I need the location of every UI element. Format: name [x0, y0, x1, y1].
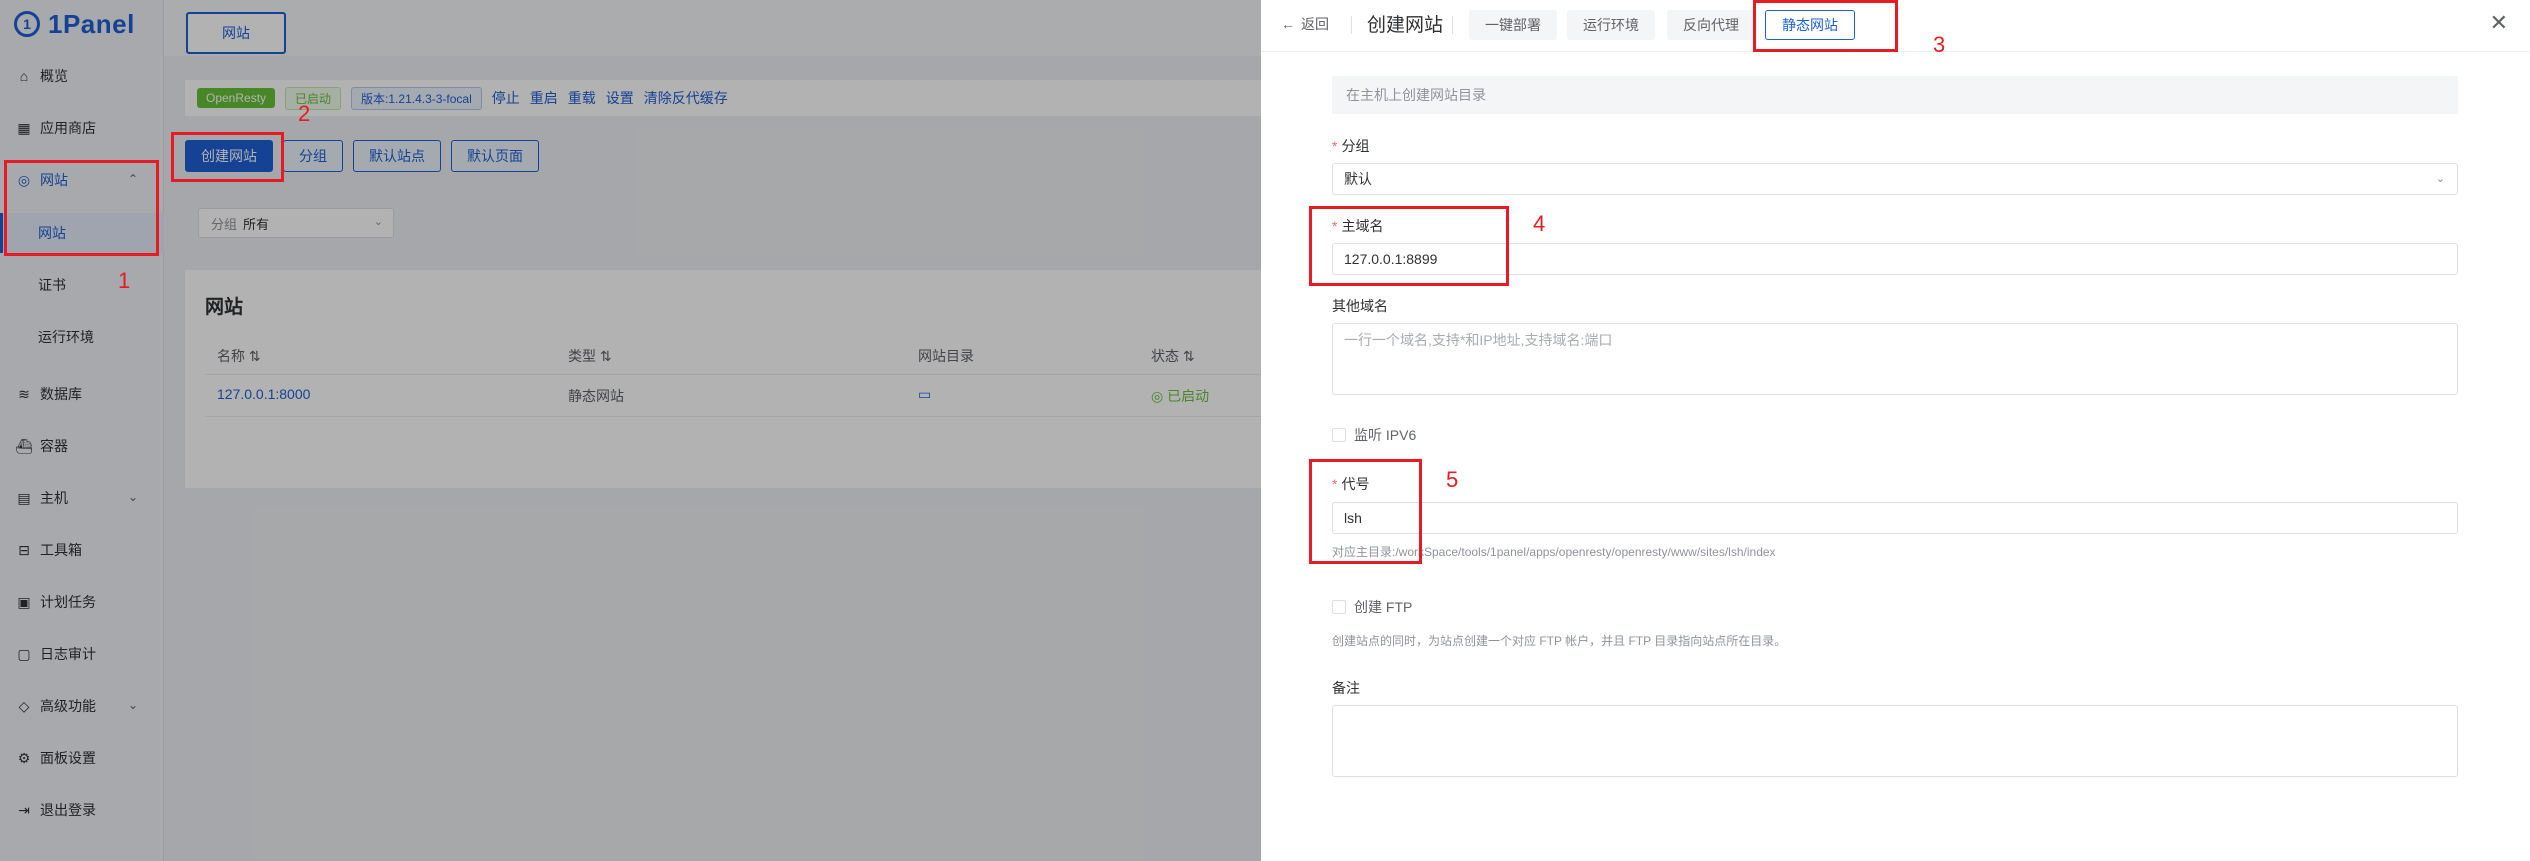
group-select-value: 默认: [1344, 171, 1372, 187]
other-domains-placeholder: 一行一个域名,支持*和IP地址,支持域名:端口: [1344, 332, 1613, 348]
tab-reverse-proxy[interactable]: 反向代理: [1667, 10, 1755, 40]
checkbox-box: [1332, 600, 1346, 614]
header-divider: [1351, 16, 1352, 34]
ftp-label: 创建 FTP: [1354, 599, 1413, 615]
annotation-number-4: 4: [1533, 211, 1546, 236]
tab-one-click-deploy[interactable]: 一键部署: [1469, 10, 1557, 40]
chevron-down-icon: ⌄: [2435, 173, 2445, 185]
close-icon[interactable]: ✕: [2490, 10, 2508, 36]
annotation-box-5: [1309, 459, 1422, 564]
ipv6-checkbox[interactable]: 监听 IPV6: [1332, 425, 1416, 445]
checkbox-box: [1332, 428, 1346, 442]
annotation-number-5: 5: [1446, 467, 1459, 492]
back-button[interactable]: ← 返回: [1281, 14, 1329, 34]
annotation-number-1: 1: [118, 268, 131, 293]
annotation-box-3: [1753, 0, 1898, 52]
annotation-box-1: [4, 160, 159, 256]
create-website-drawer: ← 返回 创建网站 一键部署 运行环境 反向代理 静态网站 ✕ 在主机上创建网站…: [1261, 0, 2530, 861]
other-domains-label: 其他域名: [1332, 298, 1388, 314]
remark-label: 备注: [1332, 680, 1360, 696]
ftp-checkbox[interactable]: 创建 FTP: [1332, 597, 1412, 617]
annotation-box-2: [171, 132, 284, 182]
group-label: * 分组: [1332, 138, 1370, 154]
remark-textarea[interactable]: [1332, 705, 2458, 777]
back-label: 返回: [1301, 16, 1329, 32]
modal-overlay[interactable]: [0, 0, 1261, 861]
annotation-number-2: 2: [298, 101, 311, 126]
ipv6-label: 监听 IPV6: [1354, 427, 1417, 443]
hint-box: 在主机上创建网站目录: [1332, 76, 2458, 114]
tab-runtime[interactable]: 运行环境: [1567, 10, 1655, 40]
arrow-left-icon: ←: [1281, 16, 1295, 32]
other-domains-textarea[interactable]: 一行一个域名,支持*和IP地址,支持域名:端口: [1332, 323, 2458, 395]
annotation-number-3: 3: [1933, 32, 1946, 57]
alias-input[interactable]: lsh: [1332, 502, 2458, 534]
ftp-help: 创建站点的同时，为站点创建一个对应 FTP 帐户，并且 FTP 目录指向站点所在…: [1332, 634, 1787, 648]
group-select[interactable]: 默认 ⌄: [1332, 163, 2458, 195]
annotation-box-4: [1309, 206, 1509, 286]
header-divider: [1452, 16, 1453, 34]
drawer-title: 创建网站: [1367, 15, 1444, 36]
